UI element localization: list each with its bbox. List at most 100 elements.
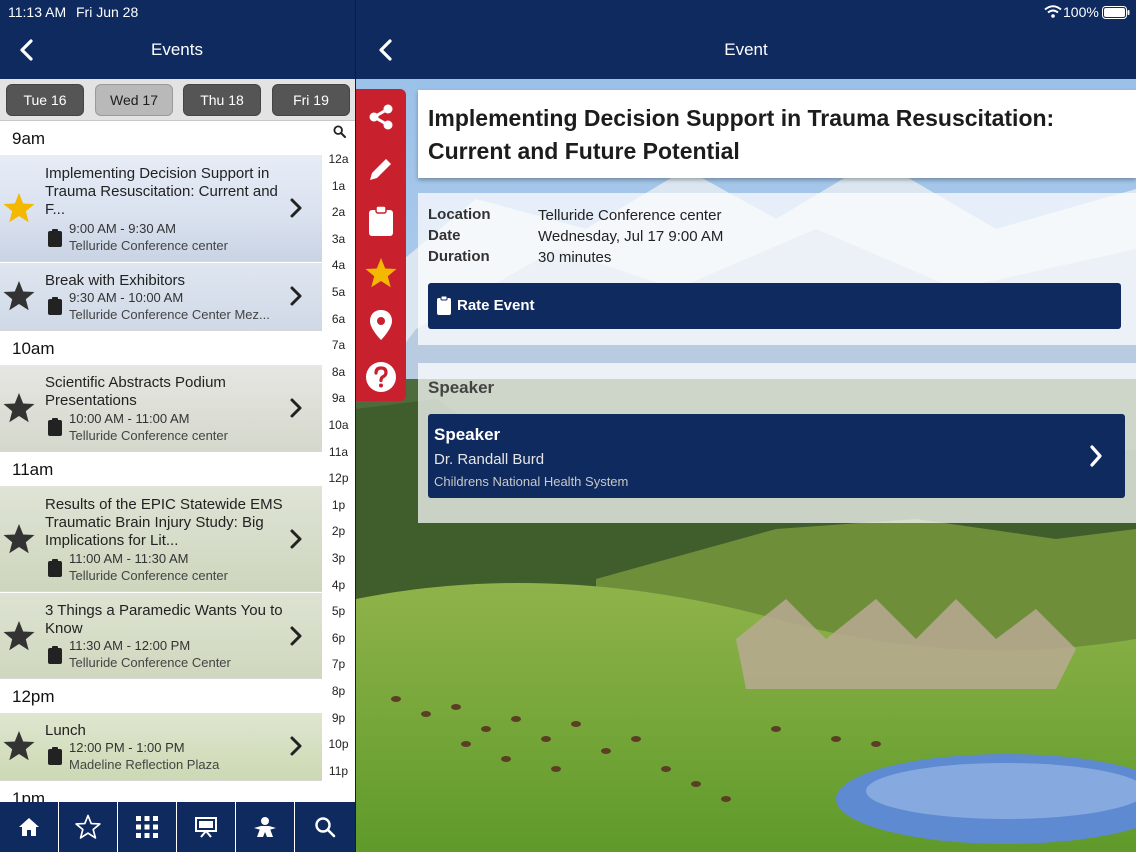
- location-value: Telluride Conference center: [538, 207, 722, 224]
- event-row[interactable]: 3 Things a Paramedic Wants You to Know 1…: [0, 593, 322, 679]
- hour-index[interactable]: 12a 1a 2a 3a 4a 5a 6a 7a 8a 9a 10a 11a 12p 1p 2p 3p 4p 5p…: [322, 122, 355, 802]
- hour-header-10am: 10am: [0, 332, 322, 364]
- speaker-organization: Childrens National Health System: [434, 474, 629, 489]
- hour-index-item[interactable]: 1p: [322, 498, 355, 512]
- event-detail-pane: 100% Event Implementing Decision Support…: [356, 0, 1136, 852]
- tab-presentations[interactable]: [177, 802, 236, 852]
- hour-index-item[interactable]: 3p: [322, 551, 355, 565]
- tab-search[interactable]: [295, 802, 354, 852]
- favorite-star-icon[interactable]: [2, 729, 36, 763]
- page-title: Events: [151, 40, 203, 59]
- favorite-button[interactable]: [363, 255, 399, 291]
- back-chevron-icon[interactable]: [16, 38, 38, 62]
- favorite-star-icon[interactable]: [2, 619, 36, 653]
- clipboard-icon: [48, 229, 62, 247]
- day-tab-thu[interactable]: Thu 18: [183, 84, 261, 116]
- event-row[interactable]: Implementing Decision Support in Trauma …: [0, 155, 322, 262]
- event-time: 9:30 AM - 10:00 AM: [69, 290, 184, 305]
- chevron-right-icon: [290, 626, 302, 646]
- hour-index-item[interactable]: 4p: [322, 578, 355, 592]
- presentation-icon: [195, 817, 217, 838]
- day-tab-tue[interactable]: Tue 16: [6, 84, 84, 116]
- event-info-card: Location Telluride Conference center Dat…: [418, 193, 1136, 345]
- detail-title-bar: Event: [724, 40, 768, 59]
- home-icon: [19, 818, 39, 836]
- hour-index-item[interactable]: 6a: [322, 312, 355, 326]
- hour-index-item[interactable]: 12p: [322, 471, 355, 485]
- clipboard-icon: [369, 205, 393, 236]
- hour-index-item[interactable]: 11p: [322, 764, 355, 778]
- event-row[interactable]: Break with Exhibitors 9:30 AM - 10:00 AM…: [0, 263, 322, 331]
- hour-index-item[interactable]: 4a: [322, 258, 355, 272]
- hour-index-item[interactable]: 9a: [322, 391, 355, 405]
- event-row[interactable]: Results of the EPIC Statewide EMS Trauma…: [0, 486, 322, 592]
- map-button[interactable]: [363, 307, 399, 343]
- back-chevron-icon[interactable]: [375, 38, 397, 62]
- hour-index-item[interactable]: 7p: [322, 657, 355, 671]
- chevron-right-icon: [290, 198, 302, 218]
- event-location: Telluride Conference center: [69, 428, 228, 443]
- event-title: Results of the EPIC Statewide EMS Trauma…: [45, 496, 283, 549]
- event-title-card: Implementing Decision Support in Trauma …: [418, 90, 1136, 178]
- event-time: 10:00 AM - 11:00 AM: [69, 411, 190, 426]
- favorite-star-icon[interactable]: [2, 522, 36, 556]
- event-location: Telluride Conference center: [69, 568, 228, 583]
- search-icon: [314, 817, 335, 838]
- hour-index-item[interactable]: 9p: [322, 711, 355, 725]
- clipboard-icon: [48, 747, 62, 765]
- hour-index-item[interactable]: 1a: [322, 179, 355, 193]
- help-button[interactable]: [363, 359, 399, 395]
- speaker-row[interactable]: Speaker Dr. Randall Burd Childrens Natio…: [428, 414, 1125, 498]
- battery-percent: 100%: [1063, 4, 1099, 20]
- share-button[interactable]: [363, 99, 399, 135]
- day-tab-wed[interactable]: Wed 17: [95, 84, 173, 116]
- hour-index-item[interactable]: 8p: [322, 684, 355, 698]
- hour-index-item[interactable]: 5p: [322, 604, 355, 618]
- hour-index-item[interactable]: 10p: [322, 737, 355, 751]
- hour-index-item[interactable]: 3a: [322, 232, 355, 246]
- hour-index-item[interactable]: 11a: [322, 445, 355, 459]
- star-icon: [365, 258, 397, 288]
- hour-header-1pm: 1pm: [0, 782, 322, 802]
- hour-index-item[interactable]: 2a: [322, 205, 355, 219]
- rate-event-button[interactable]: Rate Event: [428, 283, 1121, 329]
- wifi-icon: [1044, 5, 1062, 18]
- hour-index-item[interactable]: 10a: [322, 418, 355, 432]
- hour-index-item[interactable]: 5a: [322, 285, 355, 299]
- day-tab-fri[interactable]: Fri 19: [272, 84, 350, 116]
- event-title: Implementing Decision Support in Trauma …: [428, 105, 1055, 164]
- favorite-star-icon[interactable]: [2, 391, 36, 425]
- clipboard-icon: [437, 295, 451, 315]
- event-location: Telluride Conference Center: [69, 655, 231, 670]
- pencil-icon: [370, 159, 391, 180]
- event-location: Telluride Conference Center Mez...: [69, 307, 270, 322]
- tab-grid[interactable]: [118, 802, 177, 852]
- speaker-section-header: Speaker: [428, 378, 495, 397]
- day-selector: Tue 16 Wed 17 Thu 18 Fri 19: [0, 79, 355, 121]
- clipboard-icon: [48, 646, 62, 664]
- hour-index-item[interactable]: 2p: [322, 524, 355, 538]
- hour-index-item[interactable]: 7a: [322, 338, 355, 352]
- hour-index-item[interactable]: 6p: [322, 631, 355, 645]
- date-label: Date: [428, 227, 461, 244]
- hour-index-item[interactable]: 8a: [322, 365, 355, 379]
- index-search-icon[interactable]: [333, 125, 346, 138]
- event-title: Implementing Decision Support in Trauma …: [45, 165, 278, 218]
- event-row[interactable]: Scientific Abstracts Podium Presentation…: [0, 365, 322, 452]
- survey-button[interactable]: [363, 203, 399, 239]
- grid-icon: [136, 816, 158, 838]
- favorite-star-icon[interactable]: [2, 191, 36, 225]
- battery-icon: [1102, 6, 1130, 19]
- event-row[interactable]: Lunch 12:00 PM - 1:00 PM Madeline Reflec…: [0, 713, 322, 781]
- notes-button[interactable]: [363, 151, 399, 187]
- tab-favorites[interactable]: [59, 802, 118, 852]
- schedule-list[interactable]: 9am Implementing Decision Support in Tra…: [0, 122, 322, 802]
- map-pin-icon: [370, 310, 392, 340]
- event-location: Madeline Reflection Plaza: [69, 757, 220, 772]
- tab-sponsors[interactable]: [236, 802, 295, 852]
- action-toolbar: [356, 89, 406, 401]
- favorite-star-icon[interactable]: [2, 279, 36, 313]
- hour-index-item[interactable]: 12a: [322, 152, 355, 166]
- tab-home[interactable]: [0, 802, 59, 852]
- speaker-name: Dr. Randall Burd: [434, 451, 545, 468]
